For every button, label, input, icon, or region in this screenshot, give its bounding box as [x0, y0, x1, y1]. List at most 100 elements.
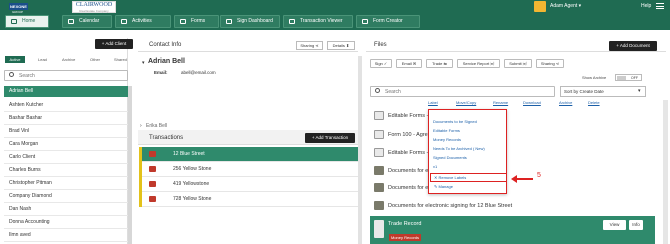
nav-activities-label: Activities — [132, 18, 152, 24]
file-row[interactable]: Editable Forms - — [370, 143, 428, 163]
client-item[interactable]: Company Diamond — [4, 190, 128, 203]
status-bar — [139, 192, 142, 207]
files-search-input[interactable] — [370, 86, 555, 97]
activities-icon — [121, 19, 127, 24]
label-option[interactable]: Documents to be Signed — [433, 119, 477, 124]
nexone-logo[interactable]: NEXONE — [9, 3, 28, 10]
contact-scrollbar[interactable] — [358, 56, 362, 244]
transaction-row[interactable]: 12 Blue Street — [139, 147, 358, 162]
nav-sign-dashboard[interactable]: Sign Dashboard — [220, 15, 280, 28]
client-item[interactable]: Dan Nash — [4, 203, 128, 216]
nav-home[interactable]: Home — [5, 15, 49, 28]
status-bar — [139, 147, 142, 162]
files-scrollbar[interactable] — [663, 100, 668, 244]
sharing-button[interactable]: Sharing ⋖ — [296, 41, 323, 50]
sign-button[interactable]: Sign ✓ — [370, 59, 392, 68]
nav-home-label: Home — [22, 18, 36, 24]
client-item[interactable]: Bashar Bashar — [4, 112, 128, 125]
manage-labels-option[interactable]: ✎ Manage — [434, 184, 453, 189]
file-row[interactable]: Form 100 - Agre — [370, 125, 428, 145]
related-contact[interactable]: Erika Bell — [146, 123, 167, 129]
add-transaction-button[interactable]: + Add Transaction — [305, 133, 355, 143]
search-icon — [9, 72, 14, 77]
label-option[interactable]: Signed Documents — [433, 155, 467, 160]
document-icon — [374, 220, 384, 238]
calendar-icon — [68, 19, 74, 24]
label-option[interactable]: v1 — [433, 164, 437, 169]
submit-button[interactable]: Submit 🗐 — [504, 59, 532, 68]
document-icon — [374, 130, 384, 139]
delete-action[interactable]: Delete — [588, 100, 600, 105]
file-icon — [149, 196, 156, 202]
nav-forms[interactable]: Forms — [174, 15, 219, 28]
info-button[interactable]: Info — [629, 220, 643, 230]
folder-icon — [374, 166, 384, 175]
add-document-button[interactable]: + Add Document — [609, 41, 657, 51]
download-action[interactable]: Download — [523, 100, 541, 105]
nav-form-creator-label: Form Creator — [373, 18, 403, 24]
client-selected[interactable]: Adrian Bell — [4, 86, 128, 97]
client-item[interactable]: Carlo Client — [4, 151, 128, 164]
show-archive-toggle[interactable]: OFF — [615, 74, 642, 81]
contact-name: Adrian Bell — [148, 58, 185, 65]
arrow-left-icon — [511, 175, 517, 183]
sort-select[interactable]: Sort by Create Date — [560, 86, 646, 97]
file-name: Editable Forms - — [388, 150, 429, 156]
tab-active[interactable]: Active — [5, 56, 25, 63]
transaction-row[interactable]: 256 Yellow Stone — [139, 162, 358, 177]
chevron-right-icon[interactable]: › — [140, 123, 142, 129]
email-button[interactable]: Email ✉ — [396, 59, 422, 68]
archive-action[interactable]: Archive — [559, 100, 572, 105]
menu-icon[interactable] — [656, 3, 664, 9]
help-link[interactable]: Help — [641, 3, 651, 9]
folder-row[interactable]: Documents for el — [370, 178, 430, 198]
client-list-scrollbar[interactable] — [128, 86, 132, 244]
folder-name: Documents for electronic signing for 12 … — [388, 203, 513, 209]
client-search-input[interactable] — [4, 70, 128, 81]
label-option[interactable]: Needs To be Archived ( New) — [433, 146, 485, 151]
client-item[interactable]: Charles Burns — [4, 164, 128, 177]
label-option[interactable]: Editable Forms — [433, 128, 460, 133]
trade-button[interactable]: Trade ⇆ — [426, 59, 453, 68]
user-menu[interactable]: Adam Agent ▾ — [550, 3, 581, 9]
files-sharing-button[interactable]: Sharing ⋖ — [536, 59, 564, 68]
client-item[interactable]: Donna Accounting — [4, 216, 128, 229]
transaction-row[interactable]: 419 Yellowstone — [139, 177, 358, 192]
service-report-button[interactable]: Service Report 🗐 — [457, 59, 500, 68]
show-archive-label: Show Archive — [582, 75, 607, 80]
move-copy-action[interactable]: Move/Copy — [456, 100, 476, 105]
client-item[interactable]: Cara Morgan — [4, 138, 128, 151]
tab-other[interactable]: Other — [90, 57, 100, 62]
rename-action[interactable]: Rename — [493, 100, 508, 105]
transaction-row[interactable]: 728 Yellow Stone — [139, 192, 358, 207]
label-action[interactable]: Label — [428, 100, 438, 105]
file-name: Form 100 - Agre — [388, 132, 428, 138]
transaction-address: 419 Yellowstone — [173, 181, 210, 187]
client-item[interactable]: Ilmn aved — [4, 229, 128, 242]
file-row[interactable]: Editable Forms - — [370, 106, 428, 126]
client-item[interactable]: Christopher Pitman — [4, 177, 128, 190]
nav-calendar[interactable]: Calendar — [62, 15, 112, 28]
add-client-button[interactable]: + Add Client — [95, 39, 133, 49]
remove-labels-option[interactable]: ✕ Remove Labels — [434, 175, 466, 180]
label-option[interactable]: Money Records — [433, 137, 461, 142]
nav-form-creator[interactable]: Form Creator — [356, 15, 420, 28]
details-button[interactable]: Details ⬍ — [327, 41, 355, 50]
tab-shared[interactable]: Shared — [114, 57, 127, 62]
company-logo-tagline: Real Estate Company — [79, 9, 109, 13]
tab-archive[interactable]: Archive — [62, 57, 75, 62]
company-logo-name: CLAIRWOOD — [75, 2, 113, 8]
client-item[interactable]: Ashten Kutcher — [4, 99, 128, 112]
view-button[interactable]: View — [603, 220, 626, 230]
folder-icon — [374, 201, 384, 210]
chevron-down-icon[interactable]: ▾ — [142, 60, 145, 66]
nav-activities[interactable]: Activities — [115, 15, 171, 28]
nexone-logo-subtitle: GROUP — [12, 10, 24, 14]
forms-icon — [180, 19, 186, 24]
tab-lead[interactable]: Lead — [38, 57, 47, 62]
folder-row[interactable]: Documents for electronic signing for 12 … — [370, 196, 512, 216]
folder-name: Documents for el — [388, 185, 430, 191]
avatar[interactable] — [534, 1, 546, 12]
client-item[interactable]: Brad Vinl — [4, 125, 128, 138]
nav-transaction-viewer[interactable]: Transaction Viewer — [283, 15, 353, 28]
